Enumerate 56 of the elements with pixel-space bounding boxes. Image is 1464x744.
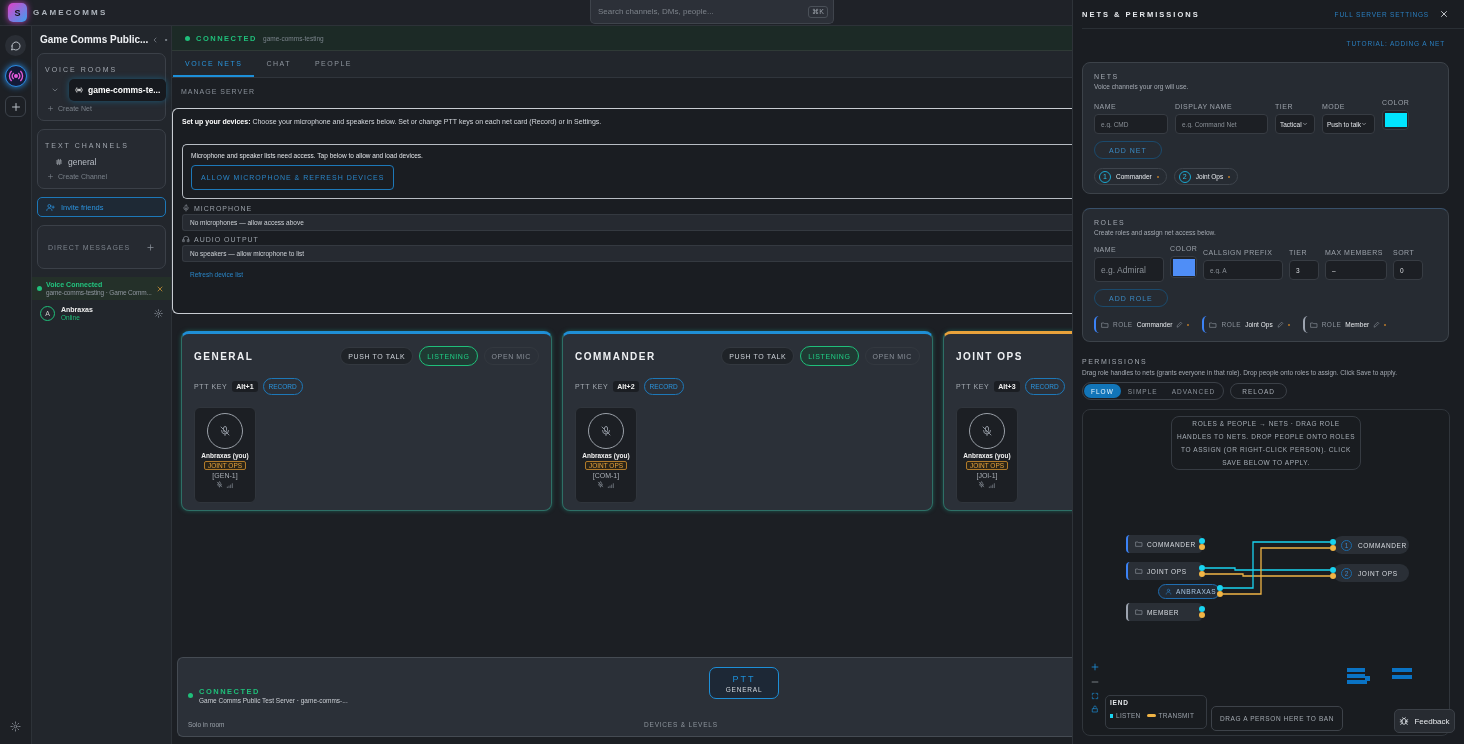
plus-icon (9, 100, 22, 113)
signal-icon (607, 481, 615, 489)
chat-icon (9, 39, 22, 52)
mic-off-icon (978, 481, 985, 488)
feedback-button[interactable]: Feedback (1394, 709, 1455, 733)
server-name: Game Comms Public... (40, 34, 149, 45)
transmit-swatch (1146, 714, 1156, 717)
hash-icon (55, 158, 63, 166)
net-title: GENERAL (194, 350, 254, 362)
radio-waves-icon (7, 68, 24, 84)
caret-down-icon (1301, 121, 1308, 127)
mic-off-icon (219, 425, 231, 437)
text-field[interactable]: e.g. Admiral (1094, 257, 1164, 282)
folder-icon (1209, 320, 1218, 329)
folder-icon (1135, 608, 1143, 616)
net-title: JOINT OPS (956, 350, 1023, 362)
folder-icon (1135, 540, 1143, 548)
text-channel-item[interactable]: general (51, 155, 101, 169)
mic-off-icon (216, 481, 223, 488)
person-icon (1165, 588, 1172, 595)
chat-button[interactable] (5, 35, 26, 56)
minimap-drawing (1347, 668, 1412, 684)
settings-icon[interactable] (154, 309, 163, 318)
status-dot (37, 286, 42, 291)
status-dot (188, 692, 193, 698)
plus-icon[interactable] (146, 242, 155, 252)
settings-icon[interactable] (10, 721, 21, 732)
radio-waves-icon (75, 86, 83, 94)
status-dot (185, 35, 190, 41)
folder-icon (1101, 320, 1109, 329)
caret-down-icon (1360, 121, 1367, 127)
net-title: COMMANDER (575, 350, 656, 362)
signal-icon (226, 481, 234, 489)
mic-off-icon (600, 425, 612, 437)
plus-icon (47, 105, 54, 112)
add-person-icon (46, 202, 55, 212)
folder-icon (1135, 567, 1143, 575)
signal-icon (988, 481, 996, 489)
logo-badge: S (8, 3, 27, 22)
zoom-in-icon[interactable] (1090, 662, 1100, 672)
brand-name: GAMECOMMS (33, 8, 108, 17)
caret-down-icon[interactable] (51, 86, 59, 94)
fit-view-icon[interactable] (1091, 692, 1099, 700)
mic-off-icon (597, 481, 604, 488)
plus-icon (47, 173, 54, 180)
server-button[interactable] (4, 65, 27, 87)
listen-swatch (1110, 713, 1113, 718)
folder-icon (1309, 320, 1318, 329)
microphone-icon (182, 204, 190, 212)
bug-icon (1399, 716, 1410, 726)
close-icon[interactable] (1439, 9, 1449, 19)
add-server-button[interactable] (5, 96, 26, 117)
mic-off-icon (981, 425, 993, 437)
lock-icon[interactable] (1091, 705, 1099, 713)
voice-room-item[interactable]: game-comms-te... (69, 79, 167, 101)
headphones-icon (182, 235, 190, 243)
